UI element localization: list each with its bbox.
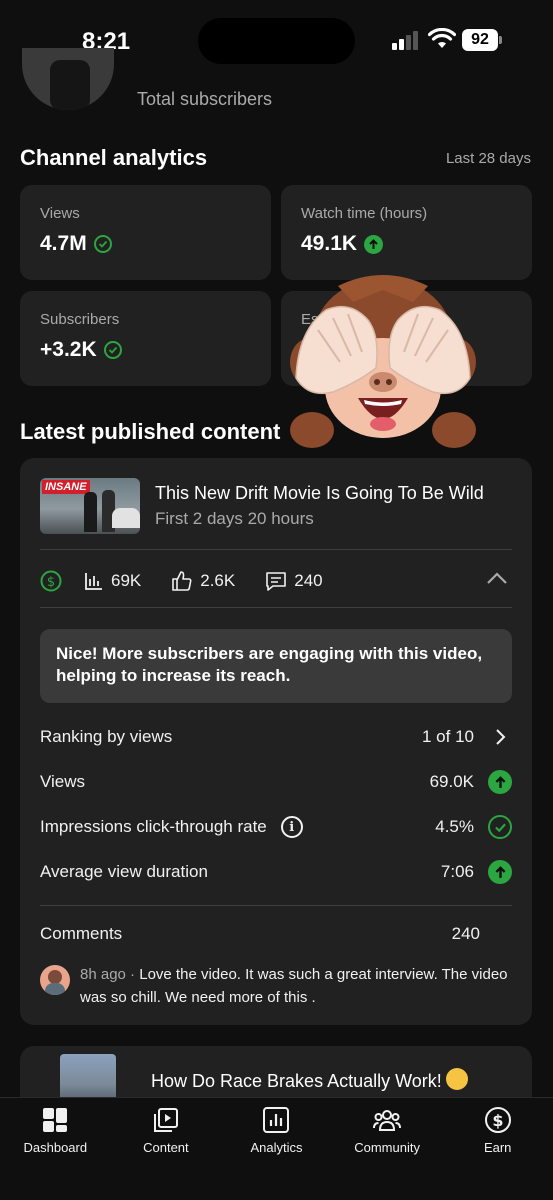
signal-icon: [392, 30, 420, 50]
video-timeframe: First 2 days 20 hours: [155, 509, 314, 528]
row-value: 4.5%: [435, 817, 474, 836]
exploding-head-emoji-icon: [445, 1068, 468, 1090]
metric-label: Views: [40, 205, 80, 222]
latest-content-title: Latest published content: [20, 419, 281, 444]
metric-value-text: +3.2K: [40, 338, 97, 361]
chevron-up-icon[interactable]: [486, 571, 508, 585]
nav-analytics[interactable]: Analytics: [221, 1098, 332, 1200]
divider: [40, 905, 512, 906]
monetization-stat: $: [40, 570, 62, 592]
comment-text: 8h ago · Love the video. It was such a g…: [80, 963, 520, 1009]
total-subscribers-label: Total subscribers: [137, 89, 273, 109]
check-circle-icon: [93, 235, 112, 253]
check-circle-icon: [103, 341, 122, 359]
see-no-evil-monkey-icon: [290, 275, 476, 448]
community-icon: [373, 1110, 402, 1131]
metric-value-text: 49.1K: [301, 232, 358, 255]
metric-value: 49.1K: [301, 232, 384, 256]
channel-analytics-title: Channel analytics: [20, 145, 208, 170]
comment-icon: [266, 572, 287, 591]
channel-avatar[interactable]: [22, 48, 114, 110]
ranking-row[interactable]: Ranking by views 1 of 10: [40, 723, 512, 751]
battery-indicator: 92: [462, 29, 498, 51]
nav-earn[interactable]: $ Earn: [442, 1098, 553, 1200]
comments-summary-row[interactable]: Comments 240: [40, 924, 480, 944]
row-value: 69.0K: [429, 772, 474, 791]
divider: [40, 607, 512, 608]
insight-message: Nice! More subscribers are engaging with…: [40, 629, 512, 703]
comments-label: Comments: [40, 924, 123, 943]
metric-card-watch-time[interactable]: Watch time (hours) 49.1K: [281, 185, 532, 280]
divider: [40, 549, 512, 550]
bottom-nav: Dashboard Content Analytics Community $ …: [0, 1097, 553, 1200]
ctr-row: Impressions click-through rate i 4.5%: [40, 813, 512, 841]
wifi-icon: [428, 28, 456, 48]
nav-community[interactable]: Community: [332, 1098, 443, 1200]
bar-chart-icon: [85, 573, 102, 590]
metric-card-views[interactable]: Views 4.7M: [20, 185, 271, 280]
nav-dashboard[interactable]: Dashboard: [0, 1098, 111, 1200]
check-circle-icon: [488, 815, 512, 839]
nav-label: Content: [143, 1140, 189, 1155]
comments-total: 240: [451, 924, 480, 943]
thumbnail-tag: INSANE: [42, 480, 90, 494]
views-row: Views 69.0K: [40, 768, 512, 796]
nav-label: Analytics: [250, 1140, 303, 1155]
arrow-up-icon: [488, 770, 512, 794]
period-label: Last 28 days: [445, 150, 531, 167]
comments-count: 240: [294, 571, 323, 590]
dynamic-island: [198, 18, 355, 64]
arrow-up-icon: [488, 860, 512, 884]
chevron-right-icon[interactable]: [488, 725, 512, 749]
row-label: Average view duration: [40, 862, 208, 881]
row-value: 1 of 10: [422, 727, 474, 746]
video-stats-row: $ 69K 2.6K 240: [40, 567, 512, 595]
likes-stat: 2.6K: [171, 570, 235, 592]
arrow-up-icon: [364, 234, 384, 254]
info-icon[interactable]: i: [280, 816, 303, 838]
nav-label: Dashboard: [23, 1140, 88, 1155]
metric-card-subscribers[interactable]: Subscribers +3.2K: [20, 291, 271, 386]
metric-value: 4.7M: [40, 232, 112, 256]
row-value: 7:06: [440, 862, 474, 881]
battery-tip: [499, 36, 502, 44]
comment-body: Love the video. It was such a great inte…: [80, 966, 508, 1006]
content-icon: [153, 1108, 178, 1132]
latest-content-card: INSANE This New Drift Movie Is Going To …: [20, 458, 532, 1025]
nav-label: Community: [354, 1140, 420, 1155]
commenter-avatar: [40, 965, 70, 995]
video-title[interactable]: How Do Race Brakes Actually Work!: [151, 1068, 468, 1092]
comment-separator: ·: [125, 966, 140, 983]
analytics-icon: [263, 1107, 290, 1133]
likes-count: 2.6K: [200, 571, 236, 590]
nav-content[interactable]: Content: [111, 1098, 222, 1200]
video-thumbnail[interactable]: INSANE: [40, 478, 140, 534]
comment-time: 8h ago: [80, 966, 126, 983]
row-label: Ranking by views: [40, 727, 173, 746]
metric-value-text: 4.7M: [40, 232, 87, 255]
views-count: 69K: [111, 571, 142, 590]
nav-label: Earn: [483, 1140, 512, 1155]
dashboard-icon: [43, 1108, 68, 1132]
dollar-circle-icon: $: [40, 570, 62, 592]
svg-text:$: $: [47, 575, 55, 590]
video-title[interactable]: This New Drift Movie Is Going To Be Wild: [155, 483, 484, 504]
metric-label: Watch time (hours): [301, 205, 428, 222]
svg-text:$: $: [492, 1111, 503, 1130]
metric-label: Subscribers: [40, 311, 120, 328]
views-stat: 69K: [84, 571, 141, 591]
avg-duration-row: Average view duration 7:06: [40, 858, 512, 886]
comments-stat: 240: [265, 570, 323, 592]
row-label: Impressions click-through rate i: [40, 816, 435, 838]
earn-icon: $: [484, 1107, 511, 1133]
metric-value: +3.2K: [40, 338, 122, 362]
row-label: Views: [40, 772, 86, 791]
thumbs-up-icon: [172, 571, 192, 591]
